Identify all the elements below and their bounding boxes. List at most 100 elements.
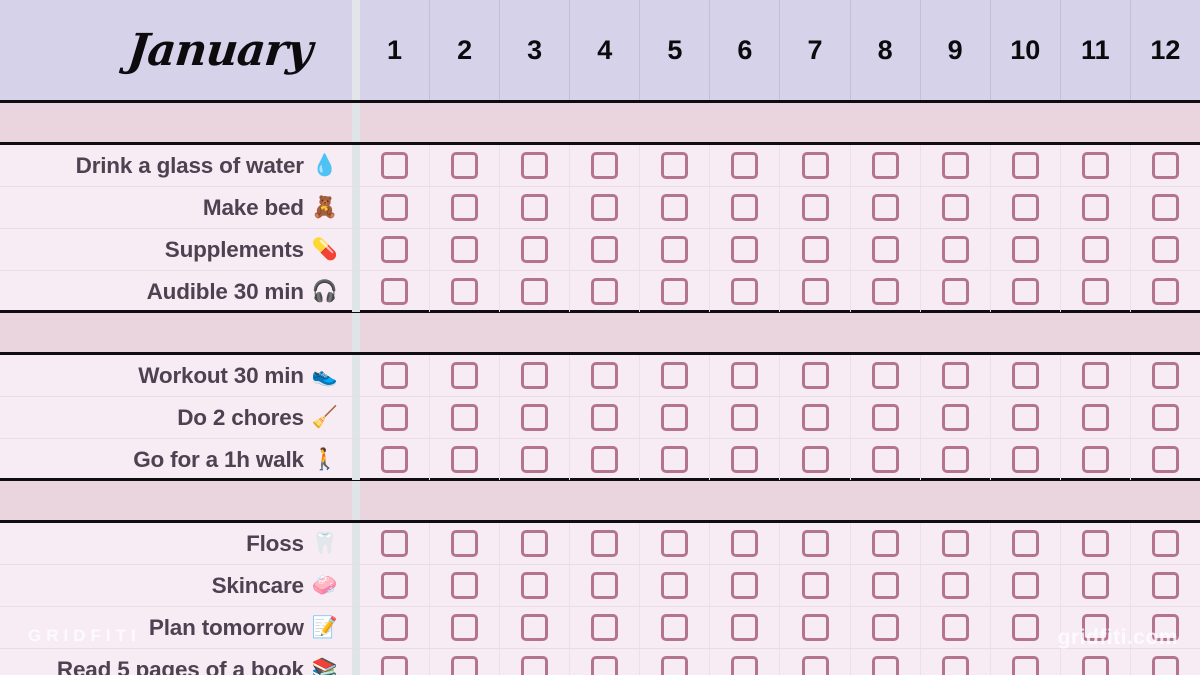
habit-checkbox[interactable] (381, 404, 409, 431)
day-header-11[interactable]: 11 (1059, 0, 1130, 100)
checkbox-cell[interactable] (1059, 439, 1130, 480)
checkbox-cell[interactable] (360, 187, 429, 228)
habit-checkbox[interactable] (451, 236, 479, 263)
habit-checkbox[interactable] (591, 404, 619, 431)
checkbox-cell[interactable] (429, 607, 499, 648)
checkbox-cell[interactable] (499, 607, 569, 648)
checkbox-cell[interactable] (429, 229, 499, 270)
checkbox-cell[interactable] (639, 397, 709, 438)
checkbox-cell[interactable] (849, 439, 920, 480)
habit-checkbox[interactable] (661, 362, 689, 389)
habit-checkbox[interactable] (801, 656, 829, 675)
checkbox-cell[interactable] (989, 355, 1060, 396)
checkbox-cell[interactable] (1059, 607, 1130, 648)
checkbox-cell[interactable] (429, 565, 499, 606)
checkbox-cell[interactable] (429, 187, 499, 228)
habit-checkbox[interactable] (661, 152, 689, 179)
checkbox-cell[interactable] (429, 523, 499, 564)
habit-checkbox[interactable] (1081, 572, 1109, 599)
habit-checkbox[interactable] (591, 656, 619, 675)
checkbox-cell[interactable] (639, 355, 709, 396)
habit-checkbox[interactable] (871, 278, 899, 305)
habit-checkbox[interactable] (1011, 278, 1039, 305)
checkbox-cell[interactable] (709, 271, 779, 312)
habit-checkbox[interactable] (1011, 152, 1039, 179)
checkbox-cell[interactable] (779, 439, 849, 480)
checkbox-cell[interactable] (919, 187, 990, 228)
checkbox-cell[interactable] (499, 271, 569, 312)
checkbox-cell[interactable] (639, 523, 709, 564)
habit-checkbox[interactable] (801, 404, 829, 431)
checkbox-cell[interactable] (569, 565, 639, 606)
checkbox-cell[interactable] (709, 607, 779, 648)
habit-label-cell[interactable]: Do 2 chores 🧹 (0, 397, 352, 438)
checkbox-cell[interactable] (1129, 397, 1200, 438)
checkbox-cell[interactable] (919, 145, 990, 186)
habit-checkbox[interactable] (871, 362, 899, 389)
checkbox-cell[interactable] (499, 397, 569, 438)
checkbox-cell[interactable] (569, 397, 639, 438)
habit-checkbox[interactable] (451, 152, 479, 179)
habit-checkbox[interactable] (871, 236, 899, 263)
habit-checkbox[interactable] (871, 446, 899, 473)
checkbox-cell[interactable] (499, 523, 569, 564)
checkbox-cell[interactable] (919, 271, 990, 312)
habit-checkbox[interactable] (941, 530, 969, 557)
checkbox-cell[interactable] (1059, 649, 1130, 675)
habit-checkbox[interactable] (1151, 530, 1179, 557)
habit-checkbox[interactable] (1011, 446, 1039, 473)
checkbox-cell[interactable] (360, 439, 429, 480)
checkbox-cell[interactable] (569, 187, 639, 228)
checkbox-cell[interactable] (360, 649, 429, 675)
habit-checkbox[interactable] (1011, 656, 1039, 675)
habit-checkbox[interactable] (871, 194, 899, 221)
habit-checkbox[interactable] (521, 152, 549, 179)
habit-checkbox[interactable] (1081, 656, 1109, 675)
checkbox-cell[interactable] (919, 565, 990, 606)
checkbox-cell[interactable] (849, 649, 920, 675)
habit-checkbox[interactable] (801, 236, 829, 263)
checkbox-cell[interactable] (709, 397, 779, 438)
checkbox-cell[interactable] (849, 271, 920, 312)
checkbox-cell[interactable] (569, 271, 639, 312)
checkbox-cell[interactable] (779, 649, 849, 675)
checkbox-cell[interactable] (849, 397, 920, 438)
habit-checkbox[interactable] (661, 656, 689, 675)
habit-checkbox[interactable] (1151, 362, 1179, 389)
checkbox-cell[interactable] (499, 355, 569, 396)
checkbox-cell[interactable] (779, 565, 849, 606)
checkbox-cell[interactable] (1059, 523, 1130, 564)
habit-label-cell[interactable]: Read 5 pages of a book 📚 (0, 649, 352, 675)
checkbox-cell[interactable] (709, 649, 779, 675)
checkbox-cell[interactable] (1129, 187, 1200, 228)
checkbox-cell[interactable] (639, 439, 709, 480)
checkbox-cell[interactable] (429, 649, 499, 675)
habit-checkbox[interactable] (1081, 362, 1109, 389)
habit-checkbox[interactable] (1011, 614, 1039, 641)
habit-checkbox[interactable] (591, 362, 619, 389)
checkbox-cell[interactable] (1129, 439, 1200, 480)
checkbox-cell[interactable] (709, 187, 779, 228)
checkbox-cell[interactable] (360, 229, 429, 270)
habit-checkbox[interactable] (941, 236, 969, 263)
checkbox-cell[interactable] (569, 229, 639, 270)
habit-checkbox[interactable] (521, 572, 549, 599)
checkbox-cell[interactable] (989, 439, 1060, 480)
habit-label-cell[interactable]: Drink a glass of water 💧 (0, 145, 352, 186)
habit-checkbox[interactable] (1011, 194, 1039, 221)
checkbox-cell[interactable] (849, 187, 920, 228)
habit-checkbox[interactable] (521, 656, 549, 675)
habit-checkbox[interactable] (871, 152, 899, 179)
checkbox-cell[interactable] (639, 187, 709, 228)
day-header-2[interactable]: 2 (429, 0, 499, 100)
habit-label-cell[interactable]: Plan tomorrow 📝 (0, 607, 352, 648)
checkbox-cell[interactable] (989, 607, 1060, 648)
habit-checkbox[interactable] (1151, 236, 1179, 263)
checkbox-cell[interactable] (919, 607, 990, 648)
checkbox-cell[interactable] (499, 439, 569, 480)
checkbox-cell[interactable] (569, 649, 639, 675)
habit-checkbox[interactable] (661, 404, 689, 431)
checkbox-cell[interactable] (360, 607, 429, 648)
habit-checkbox[interactable] (591, 572, 619, 599)
habit-checkbox[interactable] (381, 236, 409, 263)
